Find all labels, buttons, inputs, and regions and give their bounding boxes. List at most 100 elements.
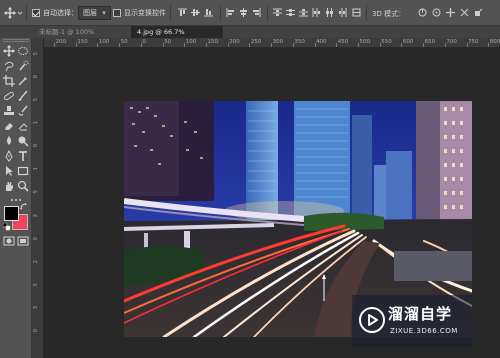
blur-tool-icon[interactable] xyxy=(3,135,15,147)
align-top-edges-icon[interactable] xyxy=(178,8,187,17)
tab-4-jpg[interactable]: 4.jpg @ 66.7%(RGB/8#)× xyxy=(131,26,223,48)
ruler-label: 150 xyxy=(207,39,219,45)
ruler-label: 2 xyxy=(33,259,39,263)
foreground-color-fill xyxy=(5,207,18,220)
ruler-label: 0 xyxy=(33,236,39,240)
gradient-tool-icon[interactable] xyxy=(17,120,29,132)
lasso-tool-icon[interactable] xyxy=(3,60,15,72)
play-logo-icon xyxy=(359,307,385,333)
3d-scale-icon[interactable] xyxy=(474,8,483,17)
ruler-label: 3 xyxy=(33,305,39,310)
marquee-tool-icon[interactable] xyxy=(17,45,29,57)
distribute-left-icon[interactable] xyxy=(312,8,321,17)
ruler-label: 600 xyxy=(402,39,414,45)
move-tool-icon[interactable] xyxy=(3,45,15,57)
ruler-label: 650 xyxy=(424,39,436,45)
ruler-label: 200 xyxy=(229,39,240,45)
eraser-tool-icon[interactable] xyxy=(3,120,15,132)
ruler-label: 100 xyxy=(98,39,110,45)
swap-colors-icon[interactable] xyxy=(20,203,28,211)
rectangle-tool-icon[interactable] xyxy=(17,165,29,177)
path-select-icon[interactable] xyxy=(3,165,15,177)
3d-roll-icon[interactable] xyxy=(432,8,441,17)
auto-select-label: 自动选择： xyxy=(43,9,78,17)
ruler-label: 2 xyxy=(33,213,39,217)
ruler-label: 5 xyxy=(33,190,39,194)
divider xyxy=(267,5,268,21)
auto-select-checkbox[interactable] xyxy=(32,9,40,17)
3d-slide-icon[interactable] xyxy=(460,8,469,17)
options-bar: 自动选择： 图层 ▾ 显示变换控件 3D 模式： xyxy=(0,0,500,26)
3d-rotate-icon[interactable] xyxy=(418,8,427,17)
screen-mode-icon[interactable] xyxy=(17,235,29,247)
site-watermark: 溜溜自学 ZIXUE.3D66.COM xyxy=(352,295,472,347)
chevron-down-icon: ▾ xyxy=(102,9,106,17)
crop-tool-icon[interactable] xyxy=(3,75,15,87)
distribute-bottom-icon[interactable] xyxy=(299,8,308,17)
ruler-label: 0 xyxy=(142,39,146,45)
align-right-edges-icon[interactable] xyxy=(252,8,261,17)
tools-panel xyxy=(0,38,32,358)
3d-mode-label: 3D 模式： xyxy=(372,10,406,18)
divider xyxy=(26,5,27,21)
show-transform-checkbox[interactable] xyxy=(113,9,121,17)
ruler-label: 0 xyxy=(33,328,39,333)
distribute-vcenter-icon[interactable] xyxy=(286,8,295,17)
dodge-tool-icon[interactable] xyxy=(17,135,29,147)
watermark-title: 溜溜自学 xyxy=(388,305,453,323)
move-icon xyxy=(4,7,22,19)
auto-align-icon[interactable] xyxy=(352,8,361,17)
ruler-label: 400 xyxy=(316,39,327,45)
panel-grip xyxy=(3,39,29,42)
align-vertical-centers-icon[interactable] xyxy=(191,8,200,17)
type-tool-icon[interactable] xyxy=(17,150,29,162)
foreground-color-swatch[interactable] xyxy=(4,206,19,221)
ruler-label: 50 xyxy=(120,39,128,45)
ruler-label: 450 xyxy=(337,39,349,45)
ruler-label: 250 xyxy=(250,39,262,45)
ruler-label: 700 xyxy=(446,39,457,45)
ruler-label: 500 xyxy=(359,39,371,45)
3d-drag-icon[interactable] xyxy=(446,8,455,17)
default-colors-icon[interactable] xyxy=(3,223,11,231)
ruler-label: 50 xyxy=(164,39,172,45)
distribute-hcenter-icon[interactable] xyxy=(325,8,334,17)
ruler-label: 5 xyxy=(33,98,39,102)
quick-select-tool-icon[interactable] xyxy=(17,60,29,72)
distribute-top-icon[interactable] xyxy=(273,8,282,17)
ruler-label: 1 xyxy=(33,167,39,171)
tab-untitled-1[interactable]: 未标题-1 @ 100%(RGB/8)× xyxy=(33,26,131,48)
healing-brush-icon[interactable] xyxy=(3,90,15,102)
brush-tool-icon[interactable] xyxy=(17,90,29,102)
hand-tool-icon[interactable] xyxy=(3,180,15,192)
align-bottom-edges-icon[interactable] xyxy=(204,8,213,17)
divider xyxy=(170,5,171,21)
layer-select-dropdown[interactable]: 图层 ▾ xyxy=(78,6,111,20)
pen-tool-icon[interactable] xyxy=(3,150,15,162)
quick-mask-icon[interactable] xyxy=(3,235,15,247)
history-brush-icon[interactable] xyxy=(17,105,29,117)
eyedropper-tool-icon[interactable] xyxy=(17,75,29,87)
ruler-label: 750 xyxy=(468,39,479,45)
move-tool-preset-button[interactable] xyxy=(4,6,22,20)
document-tabs-bar: 未标题-1 @ 100%(RGB/8)× 4.jpg @ 66.7%(RGB/8… xyxy=(0,26,500,48)
ruler-label: 0 xyxy=(33,144,39,148)
divider xyxy=(366,5,367,21)
ruler-label: 5 xyxy=(33,52,39,56)
ruler-label: 800 xyxy=(489,39,500,45)
ruler-label: 350 xyxy=(294,39,305,45)
watermark-url: ZIXUE.3D66.COM xyxy=(390,327,458,335)
ruler-label: 200 xyxy=(55,39,67,45)
align-horizontal-centers-icon[interactable] xyxy=(239,8,248,17)
clone-stamp-icon[interactable] xyxy=(3,105,15,117)
horizontal-ruler: 200 150 100 50 0 50 100 150 200 250 300 350 400 450 50… xyxy=(44,38,500,48)
ruler-label: 550 xyxy=(381,39,392,45)
show-transform-label: 显示变换控件 xyxy=(124,9,166,17)
ruler-label: 0 xyxy=(33,75,39,79)
ruler-label: 300 xyxy=(272,39,284,45)
ruler-label: 5 xyxy=(33,282,39,286)
zoom-tool-icon[interactable] xyxy=(17,180,29,192)
distribute-right-icon[interactable] xyxy=(338,8,347,17)
align-left-edges-icon[interactable] xyxy=(226,8,235,17)
ruler-label: 100 xyxy=(185,39,197,45)
